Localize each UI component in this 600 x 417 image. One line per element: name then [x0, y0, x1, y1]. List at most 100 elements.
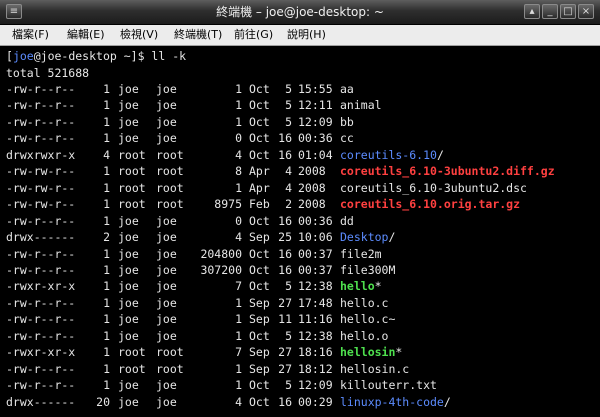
- listing-perm: -rw-r--r--: [6, 378, 76, 393]
- shade-button[interactable]: ▴: [524, 4, 540, 19]
- listing-group: root: [156, 147, 184, 162]
- menu-terminal[interactable]: 終端機(T): [172, 25, 224, 45]
- listing-links: 1: [103, 164, 110, 179]
- listing-row: drwxrwxr-x 4 root root 4 Oct 16 01:04 coreutils-…: [6, 147, 600, 163]
- listing-links: 1: [103, 345, 110, 360]
- listing-links: 1: [103, 328, 110, 343]
- menu-go[interactable]: 前往(G): [232, 25, 275, 45]
- listing-filename: hellosin.c: [340, 361, 409, 377]
- listing-name: coreutils_6.10-3ubuntu2.diff.gz: [340, 164, 555, 179]
- listing-links: 1: [103, 262, 110, 277]
- listing-name: file300M: [340, 262, 396, 277]
- listing-day: 16: [278, 262, 292, 277]
- listing-day: 16: [278, 147, 292, 162]
- listing-name: coreutils-6.10: [340, 147, 437, 162]
- listing-name: killouterr.txt: [340, 378, 437, 393]
- prompt-line: [joe@joe-desktop ~]$ ll -k: [6, 48, 186, 64]
- close-icon: ×: [581, 6, 591, 17]
- listing-name: linuxp-4th-code: [340, 394, 444, 409]
- listing-name: Desktop: [340, 230, 389, 245]
- total-line: total 521688: [6, 65, 90, 80]
- listing-group: root: [156, 197, 184, 212]
- listing-time: 12:09: [298, 378, 333, 393]
- listing-filename: hello*: [340, 278, 382, 294]
- listing-row: -rw-r--r-- 1 joe joe 0 Oct 16 00:36 dd: [6, 213, 600, 229]
- listing-time: 01:04: [298, 147, 333, 162]
- window-title: 終端機 – joe@joe-desktop: ~: [216, 5, 384, 19]
- listing-name: hellosin.c: [340, 361, 410, 376]
- listing-perm: -rw-rw-r--: [6, 180, 76, 195]
- prompt-command: ll -k: [151, 49, 187, 63]
- listing-owner: root: [118, 345, 146, 360]
- listing-group: joe: [156, 82, 177, 96]
- listing-perm: -rw-rw-r--: [6, 164, 76, 179]
- minimize-button[interactable]: _: [542, 4, 558, 19]
- listing-size: 1: [235, 180, 242, 195]
- listing-perm: -rw-rw-r--: [6, 197, 76, 212]
- listing-perm: -rw-r--r--: [6, 328, 76, 343]
- listing-time: 2008: [298, 180, 326, 195]
- listing-perm: -rw-r--r--: [6, 361, 76, 376]
- listing-time: 00:37: [298, 262, 333, 277]
- listing-suffix: /: [388, 230, 396, 245]
- listing-perm: -rw-r--r--: [6, 295, 76, 310]
- listing-group: joe: [156, 98, 177, 113]
- shade-icon: ▴: [529, 6, 535, 17]
- listing-group: root: [156, 180, 184, 195]
- listing-group: joe: [156, 378, 177, 393]
- listing-suffix: /: [436, 147, 444, 162]
- listing-row: -rw-rw-r-- 1 root root 8975 Feb 2 2008 coreutils…: [6, 196, 600, 212]
- maximize-icon: □: [563, 6, 573, 17]
- listing-perm: drwx------: [6, 230, 76, 245]
- listing-group: joe: [156, 230, 177, 245]
- listing-size: 0: [235, 131, 242, 146]
- listing-time: 18:16: [298, 345, 333, 360]
- listing-filename: coreutils_6.10-3ubuntu2.diff.gz: [340, 163, 555, 179]
- listing-filename: coreutils_6.10-3ubuntu2.dsc: [340, 180, 527, 196]
- listing-time: 12:11: [298, 98, 333, 113]
- listing-time: 00:37: [298, 246, 333, 261]
- listing-filename: file2m: [340, 246, 382, 262]
- listing-mon: Sep: [249, 312, 270, 327]
- listing-links: 20: [96, 394, 110, 409]
- listing-name: cc: [340, 131, 354, 146]
- listing-day: 27: [278, 361, 292, 376]
- listing-mon: Oct: [249, 246, 270, 261]
- listing-time: 11:16: [298, 312, 333, 327]
- listing-row: -rw-r--r-- 1 joe joe 204800 Oct 16 00:37 file2m: [6, 246, 600, 262]
- listing-name: coreutils_6.10-3ubuntu2.dsc: [340, 180, 527, 195]
- title-bar[interactable]: ≡ 終端機 – joe@joe-desktop: ~ ▴ _ □ ×: [0, 0, 600, 25]
- listing-owner: root: [118, 361, 146, 376]
- listing-perm: -rwxr-xr-x: [6, 345, 76, 360]
- listing-day: 5: [285, 328, 292, 343]
- menu-view[interactable]: 檢視(V): [118, 25, 160, 45]
- listing-size: 1: [235, 114, 242, 129]
- menu-file[interactable]: 檔案(F): [10, 25, 51, 45]
- menu-edit[interactable]: 編輯(E): [65, 25, 107, 45]
- listing-links: 1: [103, 180, 110, 195]
- listing-mon: Oct: [249, 82, 270, 96]
- listing-owner: joe: [118, 246, 139, 261]
- listing-day: 5: [285, 279, 292, 294]
- listing-time: 00:29: [298, 394, 333, 409]
- listing-size: 1: [235, 98, 242, 113]
- listing-name: file2m: [340, 246, 382, 261]
- listing-size: 7: [235, 345, 242, 360]
- listing-row: -rw-r--r-- 1 joe joe 1 Oct 5 12:38 hello.o: [6, 328, 600, 344]
- listing-mon: Oct: [249, 213, 270, 228]
- listing-mon: Oct: [249, 394, 270, 409]
- listing-group: joe: [156, 328, 177, 343]
- listing-group: joe: [156, 394, 177, 409]
- menu-bar: 檔案(F) 編輯(E) 檢視(V) 終端機(T) 前往(G) 說明(H): [0, 25, 600, 46]
- maximize-button[interactable]: □: [560, 4, 576, 19]
- listing-day: 2: [285, 197, 292, 212]
- close-button[interactable]: ×: [578, 4, 594, 19]
- listing-time: 2008: [298, 164, 326, 179]
- terminal-output[interactable]: [joe@joe-desktop ~]$ ll -k total 521688 …: [0, 46, 600, 417]
- listing-owner: root: [118, 180, 146, 195]
- listing-owner: joe: [118, 230, 139, 245]
- listing-links: 2: [103, 230, 110, 245]
- menu-help[interactable]: 說明(H): [285, 25, 328, 45]
- listing-name: dd: [340, 213, 354, 228]
- listing-size: 7: [235, 279, 242, 294]
